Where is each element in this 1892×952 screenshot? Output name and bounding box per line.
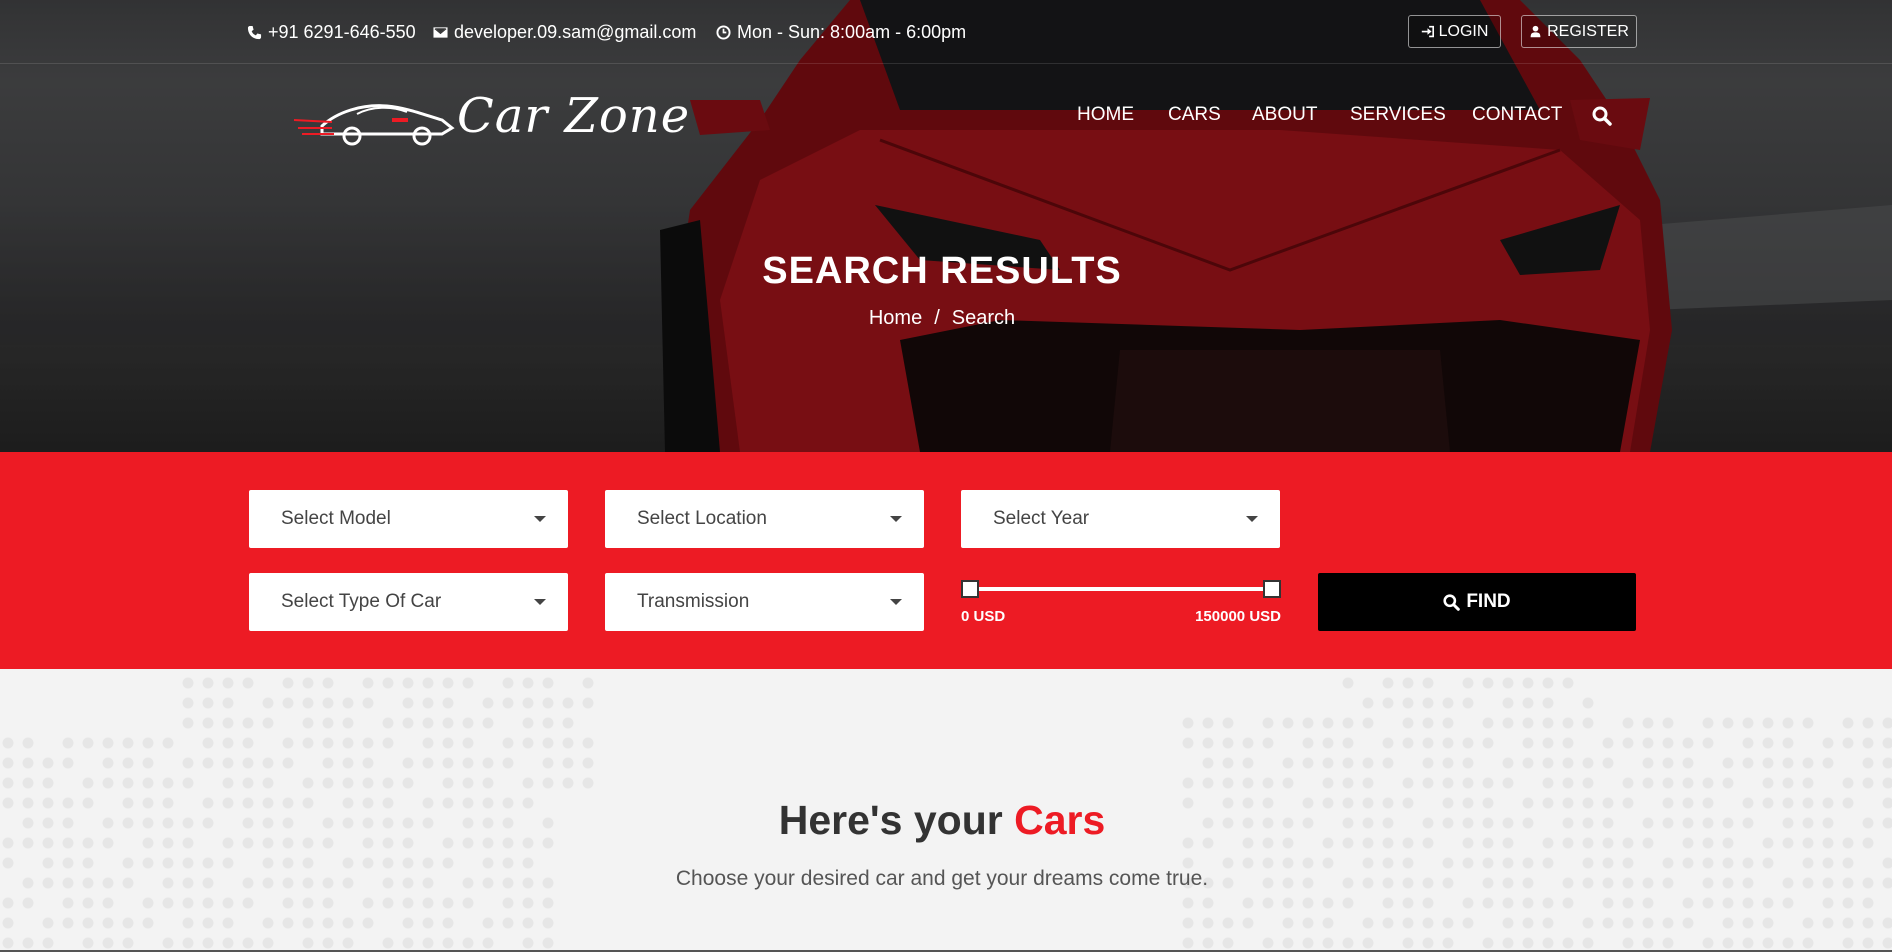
nav-about[interactable]: ABOUT (1252, 104, 1317, 126)
login-button[interactable]: LOGIN (1408, 15, 1501, 48)
breadcrumb-separator: / (934, 307, 940, 329)
section-subtitle: Choose your desired car and get your dre… (675, 867, 1209, 890)
hours-text: Mon - Sun: 8:00am - 6:00pm (737, 22, 967, 42)
section-title: Here's your Cars (0, 797, 1884, 844)
breadcrumb: Home / Search (0, 307, 1884, 330)
car-logo-icon (293, 104, 455, 146)
price-max-label: 150000 USD (1195, 608, 1281, 625)
results-section: Here's your Cars Choose your desired car… (0, 669, 1892, 952)
year-select[interactable]: Select Year (961, 490, 1280, 548)
section-title-prefix: Here's your (778, 797, 1015, 843)
car-zone-logo[interactable]: Car Zone (292, 86, 689, 148)
year-select-value: Select Year (993, 508, 1090, 529)
phone-icon (247, 25, 262, 40)
breadcrumb-current: Search (951, 307, 1016, 329)
transmission-select-value: Transmission (637, 591, 750, 612)
car-type-select[interactable]: Select Type Of Car (249, 573, 568, 631)
nav-home[interactable]: HOME (1077, 104, 1134, 126)
price-min-handle[interactable] (961, 580, 979, 598)
car-type-select-value: Select Type Of Car (281, 591, 442, 612)
sign-in-icon (1421, 25, 1434, 38)
phone-contact[interactable]: +91 6291-646-550 (247, 22, 416, 43)
model-select-value: Select Model (281, 508, 391, 529)
nav-contact[interactable]: CONTACT (1472, 104, 1562, 126)
envelope-icon (433, 27, 448, 38)
chevron-down-icon (534, 599, 546, 605)
brand-name: Car Zone (457, 88, 691, 144)
location-select[interactable]: Select Location (605, 490, 924, 548)
email-contact[interactable]: developer.09.sam@gmail.com (433, 22, 696, 43)
hours-info: Mon - Sun: 8:00am - 6:00pm (716, 22, 966, 43)
find-button[interactable]: FIND (1318, 573, 1636, 631)
search-icon (1443, 593, 1461, 611)
price-range-track[interactable] (969, 587, 1273, 591)
price-max-handle[interactable] (1263, 580, 1281, 598)
price-min-label: 0 USD (961, 608, 1006, 625)
section-title-accent: Cars (1014, 797, 1106, 843)
model-select[interactable]: Select Model (249, 490, 568, 548)
search-icon[interactable] (1592, 106, 1612, 126)
phone-text: +91 6291-646-550 (268, 22, 416, 42)
search-panel (0, 452, 1892, 669)
nav-cars[interactable]: CARS (1168, 104, 1221, 126)
email-text: developer.09.sam@gmail.com (454, 22, 697, 42)
find-label: FIND (1466, 591, 1511, 612)
login-label: LOGIN (1438, 22, 1489, 40)
clock-icon (716, 25, 731, 40)
chevron-down-icon (534, 516, 546, 522)
page-title: SEARCH RESULTS (762, 250, 1122, 292)
user-icon (1530, 25, 1541, 38)
hero-banner: +91 6291-646-550 developer.09.sam@gmail.… (0, 0, 1892, 452)
chevron-down-icon (890, 599, 902, 605)
register-button[interactable]: REGISTER (1521, 15, 1637, 48)
chevron-down-icon (1246, 516, 1258, 522)
top-bar: +91 6291-646-550 developer.09.sam@gmail.… (0, 0, 1892, 64)
location-select-value: Select Location (637, 508, 767, 529)
nav-services[interactable]: SERVICES (1350, 104, 1446, 126)
register-label: REGISTER (1547, 22, 1629, 40)
chevron-down-icon (890, 516, 902, 522)
breadcrumb-home[interactable]: Home (869, 307, 922, 329)
transmission-select[interactable]: Transmission (605, 573, 924, 631)
price-range-slider[interactable]: 0 USD 150000 USD (961, 580, 1281, 640)
